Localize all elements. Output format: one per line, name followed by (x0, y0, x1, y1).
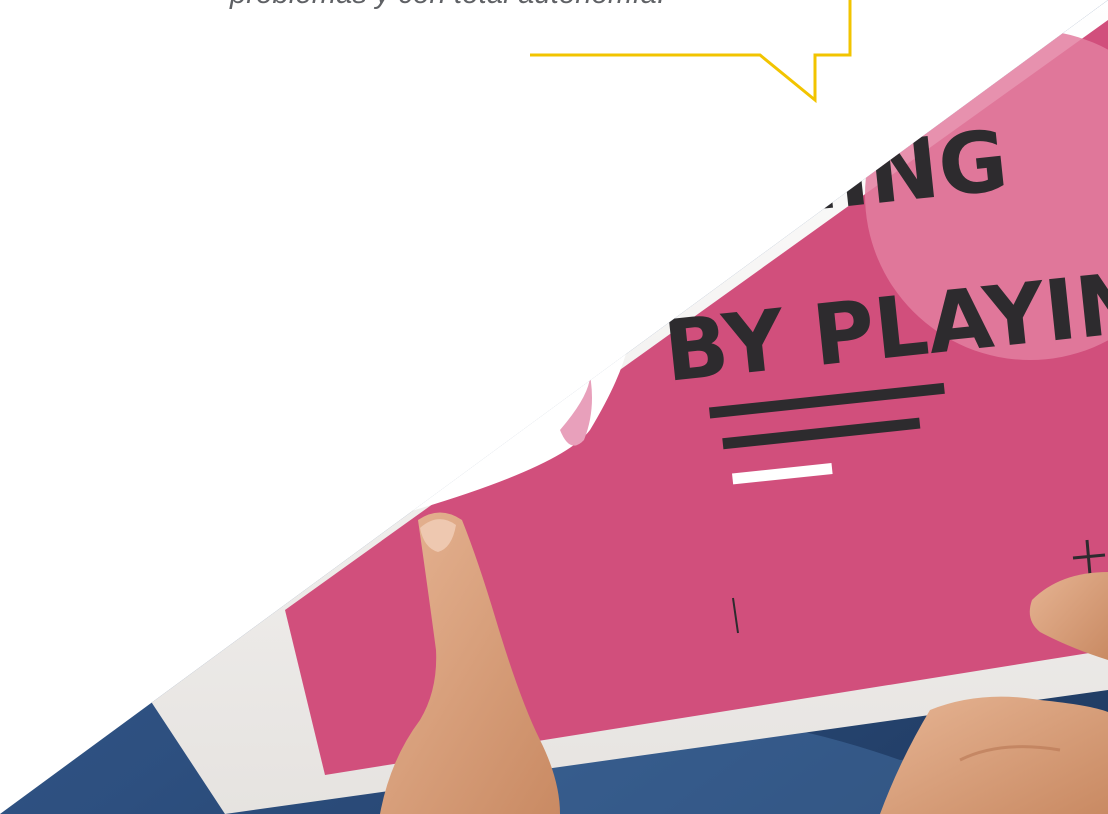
callout-bubble-outline (530, 0, 852, 104)
photo-group: NING BY PLAYING (0, 0, 1108, 814)
page: problemas y con total autonomía. (0, 0, 1108, 814)
photo-scene: NING BY PLAYING (0, 0, 1108, 814)
